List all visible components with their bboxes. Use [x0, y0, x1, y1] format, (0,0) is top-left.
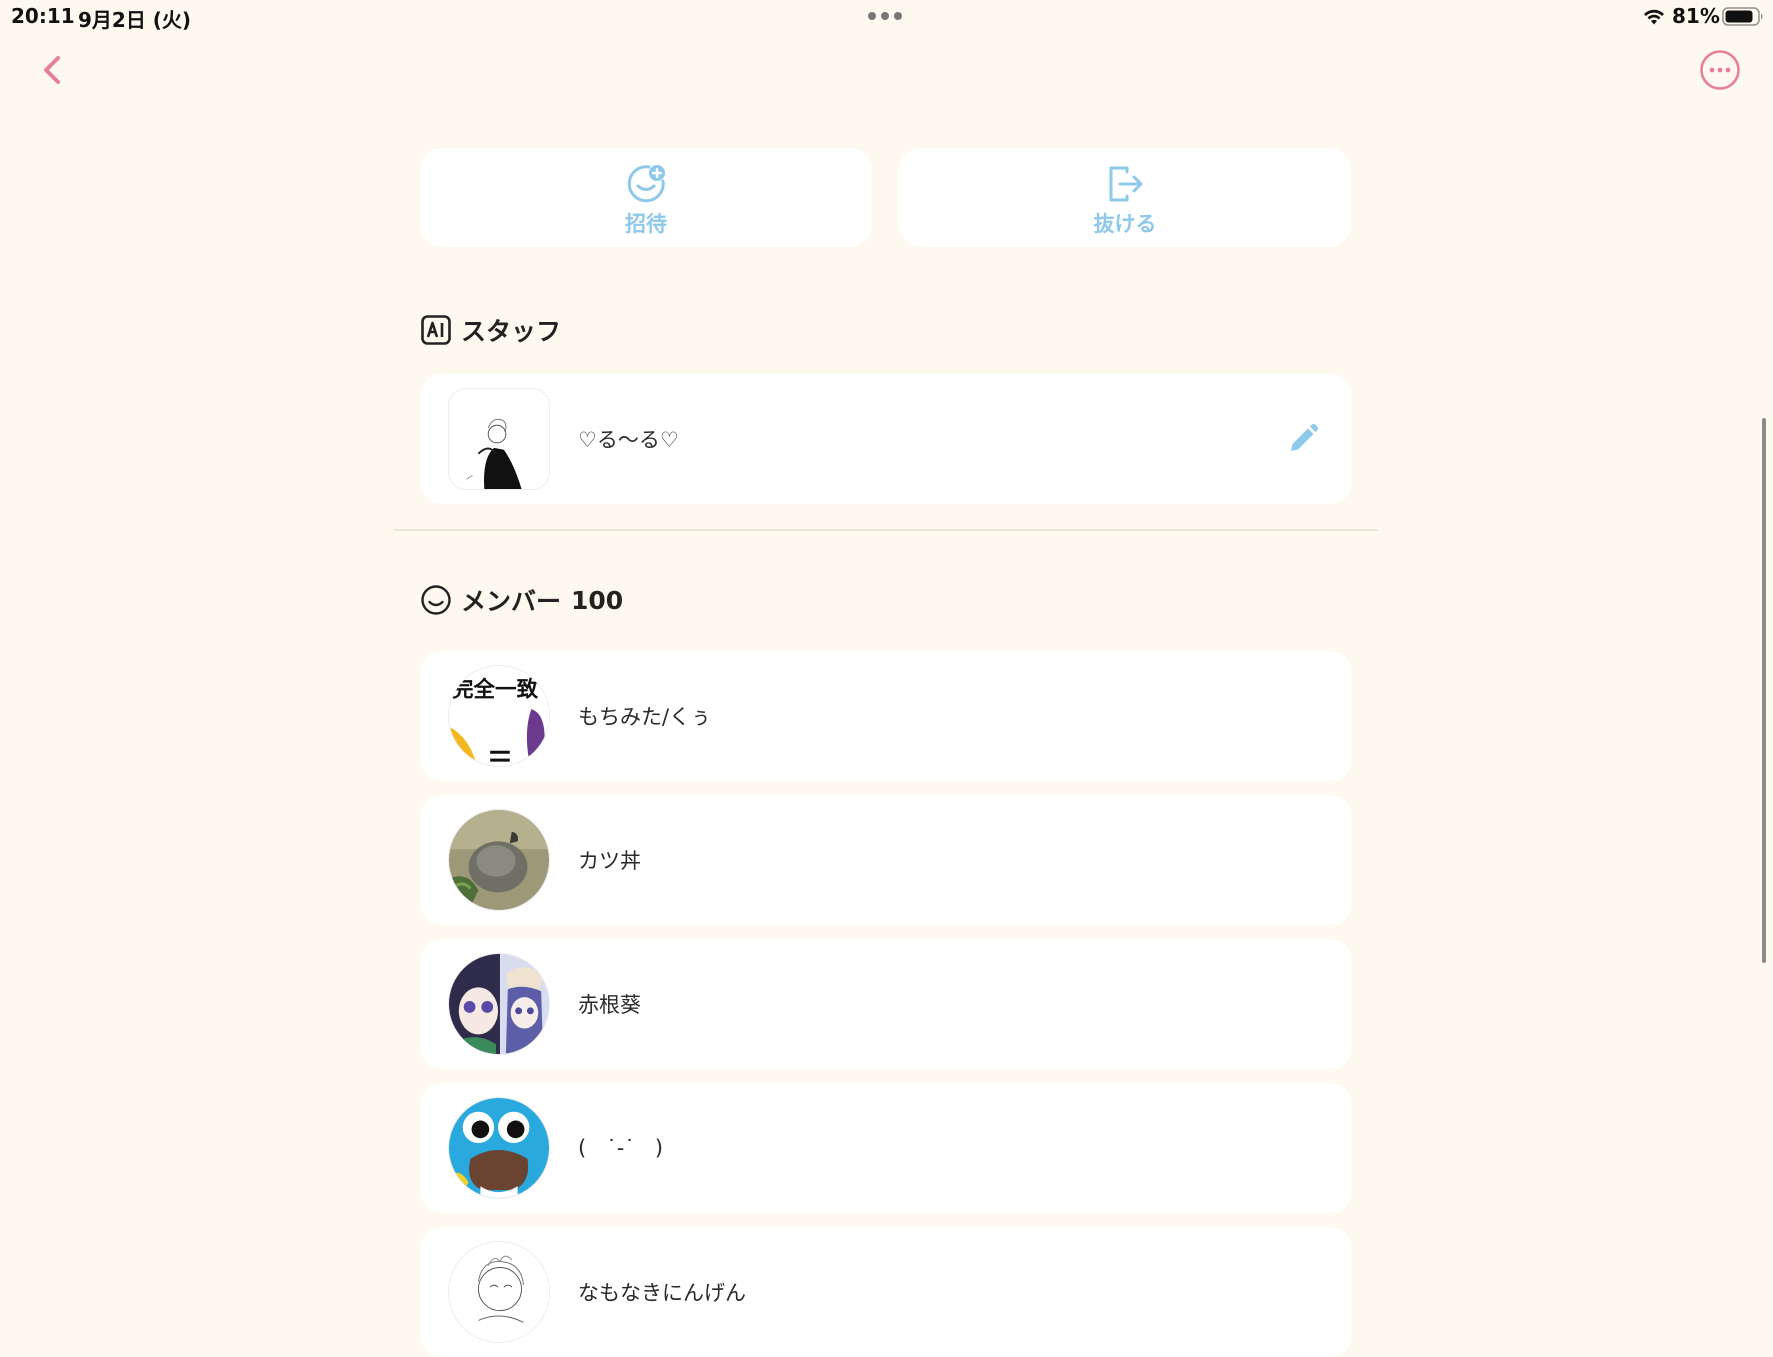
member-name: カツ丼	[578, 849, 641, 873]
member-name: もちみた/くぅ	[578, 705, 712, 729]
ai-badge-icon	[421, 315, 451, 345]
member-name: 赤根葵	[578, 993, 641, 1017]
member-section-title: メンバー	[461, 587, 562, 616]
battery-icon	[1722, 7, 1763, 26]
member-row[interactable]: 赤根葵	[420, 939, 1352, 1069]
leave-exit-icon	[1109, 166, 1143, 202]
battery-percent: 81%	[1672, 4, 1720, 28]
member-name: なもなきにんげん	[578, 1281, 746, 1305]
member-row[interactable]: カツ丼	[420, 795, 1352, 925]
invite-label: 招待	[625, 212, 667, 236]
staff-avatar	[448, 388, 550, 490]
member-smile-icon	[421, 585, 451, 615]
member-row[interactable]: 完全一致 もちみた/くぅ	[420, 651, 1352, 781]
multitasking-dots-icon[interactable]	[868, 12, 902, 20]
staff-name: ♡る～る♡	[578, 428, 679, 452]
member-avatar	[448, 1097, 550, 1199]
member-avatar	[448, 953, 550, 1055]
member-avatar	[448, 1241, 550, 1343]
wifi-icon	[1644, 9, 1664, 25]
member-section-header: メンバー 100	[420, 582, 623, 618]
status-date: 9月2日 (火)	[78, 8, 192, 32]
staff-section-title: スタッフ	[461, 317, 562, 346]
scroll-indicator[interactable]	[1762, 418, 1766, 963]
back-chevron-icon[interactable]	[36, 50, 70, 90]
leave-label: 抜ける	[1093, 212, 1157, 236]
member-row[interactable]: ( ˙-˙ )	[420, 1083, 1352, 1213]
member-count: 100	[571, 585, 624, 615]
more-options-icon[interactable]	[1699, 49, 1741, 91]
status-time: 20:11	[11, 4, 75, 28]
leave-button[interactable]: 抜ける	[899, 148, 1351, 247]
staff-row[interactable]: ♡る～る♡	[420, 374, 1352, 504]
section-divider	[394, 529, 1378, 531]
edit-pencil-icon[interactable]	[1286, 422, 1320, 456]
invite-smile-plus-icon	[627, 165, 665, 203]
member-avatar: 完全一致	[448, 665, 550, 767]
avatar-text: 完全一致	[452, 676, 539, 702]
member-name: ( ˙-˙ )	[578, 1136, 664, 1160]
member-avatar	[448, 809, 550, 911]
staff-section-header: スタッフ	[420, 312, 561, 348]
invite-button[interactable]: 招待	[420, 148, 872, 247]
member-row[interactable]: なもなきにんげん	[420, 1227, 1352, 1357]
status-bar: 20:11 9月2日 (火) 81%	[0, 0, 1773, 34]
